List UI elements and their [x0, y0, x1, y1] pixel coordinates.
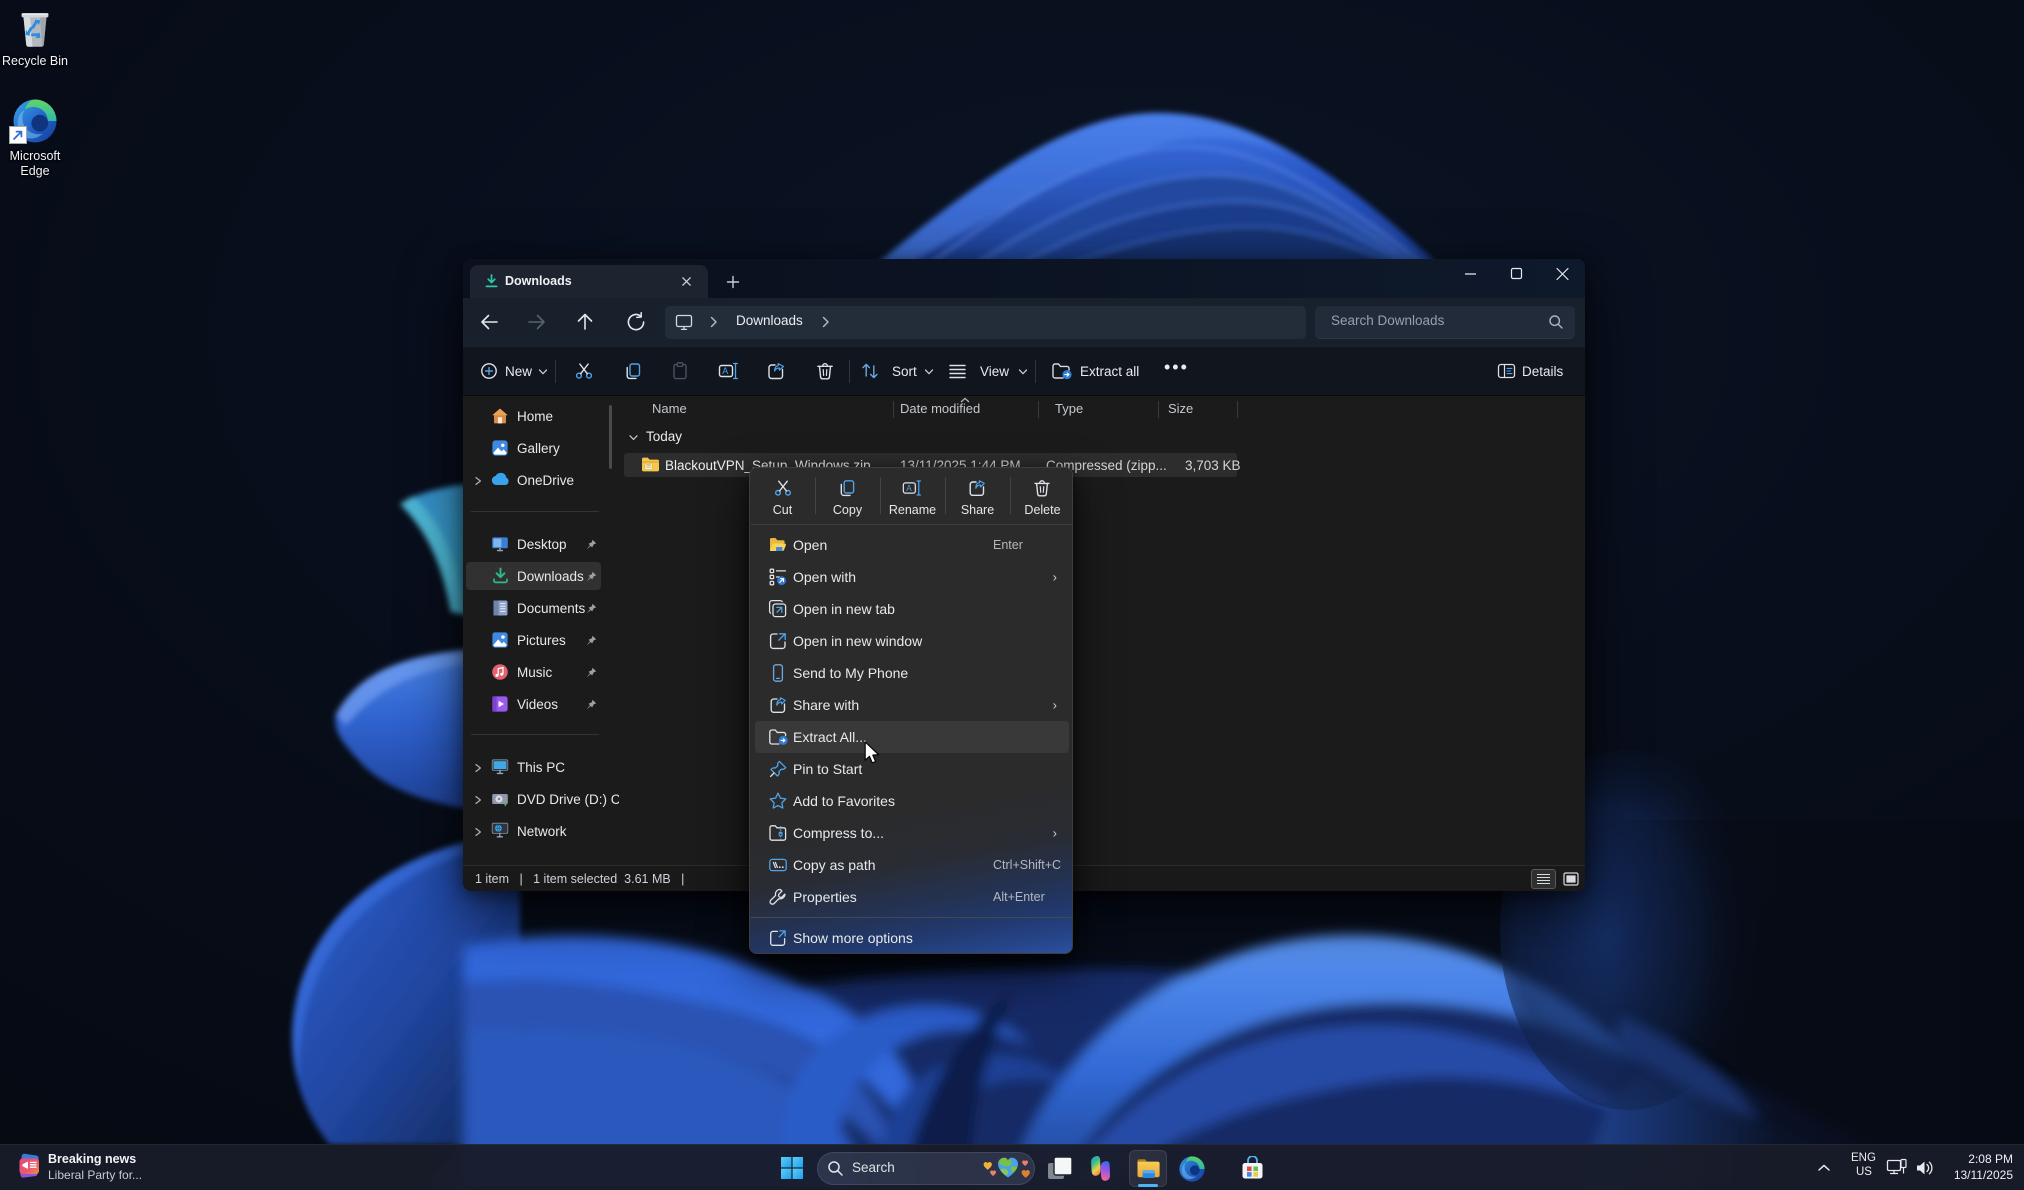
svg-text:A: A: [906, 484, 912, 493]
svg-text:A: A: [722, 366, 728, 376]
